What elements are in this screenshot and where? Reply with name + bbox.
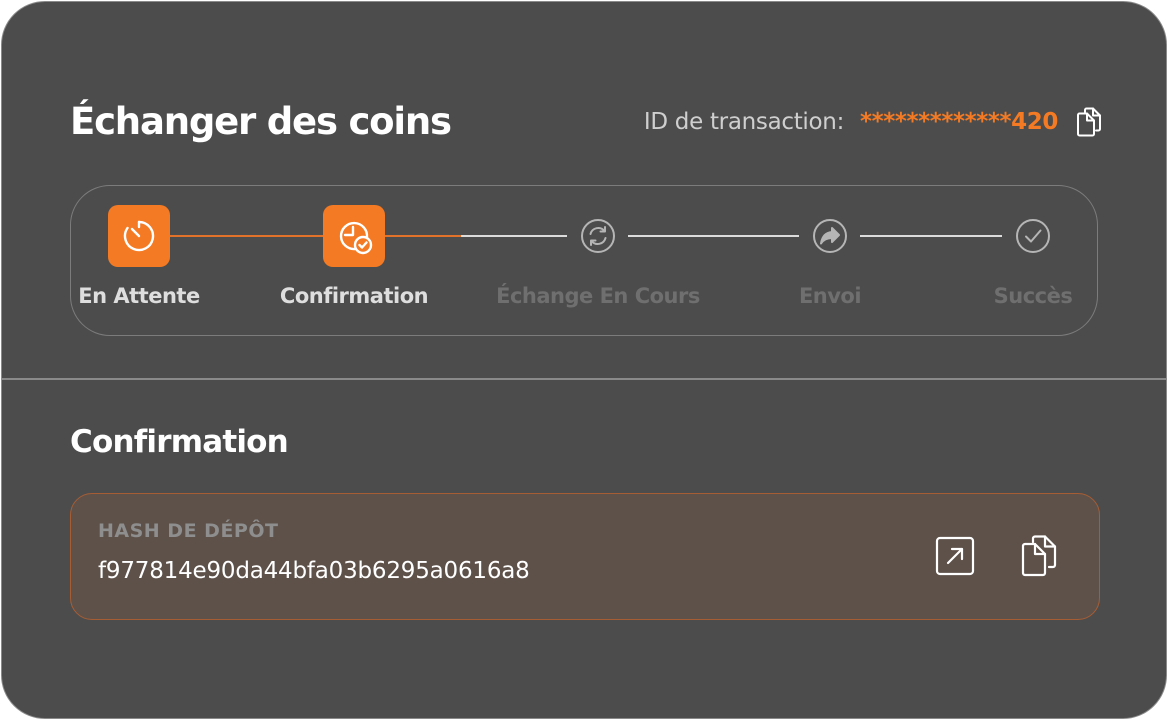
step-connector [628,235,799,237]
step-label-echange-en-cours: Échange En Cours [496,284,700,308]
clock-check-icon [339,221,373,255]
deposit-hash-label: HASH DE DÉPÔT [98,520,279,542]
step-envoi-icon-box [799,205,861,267]
step-connector [461,235,567,237]
step-succes-icon-box [1002,205,1064,267]
refresh-icon [581,219,615,253]
forward-arrow-icon [813,219,847,253]
copy-icon[interactable] [1076,107,1102,137]
exchange-card: Échanger des coins ID de transaction: **… [1,1,1167,719]
step-echange-icon-box [567,205,629,267]
deposit-hash-value[interactable]: f977814e90da44bfa03b6295a0616a8 [98,558,530,584]
deposit-hash-box: HASH DE DÉPÔT f977814e90da44bfa03b6295a0… [70,493,1100,620]
copy-icon[interactable] [1019,535,1059,577]
section-divider [2,378,1166,380]
check-circle-icon [1016,219,1050,253]
step-connector [170,235,323,237]
external-link-icon[interactable] [935,536,975,576]
step-label-confirmation: Confirmation [279,284,429,308]
step-en-attente-icon-box [108,205,170,267]
page-title: Échanger des coins [70,100,452,143]
step-connector [385,235,461,237]
transaction-id-value: *************420 [860,109,1058,135]
section-title: Confirmation [70,424,289,460]
step-label-envoi: Envoi [798,284,862,308]
timer-icon [123,220,155,252]
step-confirmation-icon-box [323,205,385,267]
step-label-en-attente: En Attente [78,284,200,308]
transaction-id-label: ID de transaction: [643,109,845,135]
step-label-succes: Succès [993,284,1073,308]
step-connector [860,235,1002,237]
progress-stepper: En Attente Confirmation Échange En Cours [70,185,1098,336]
transaction-id-row: ID de transaction: *************420 [644,102,1102,142]
